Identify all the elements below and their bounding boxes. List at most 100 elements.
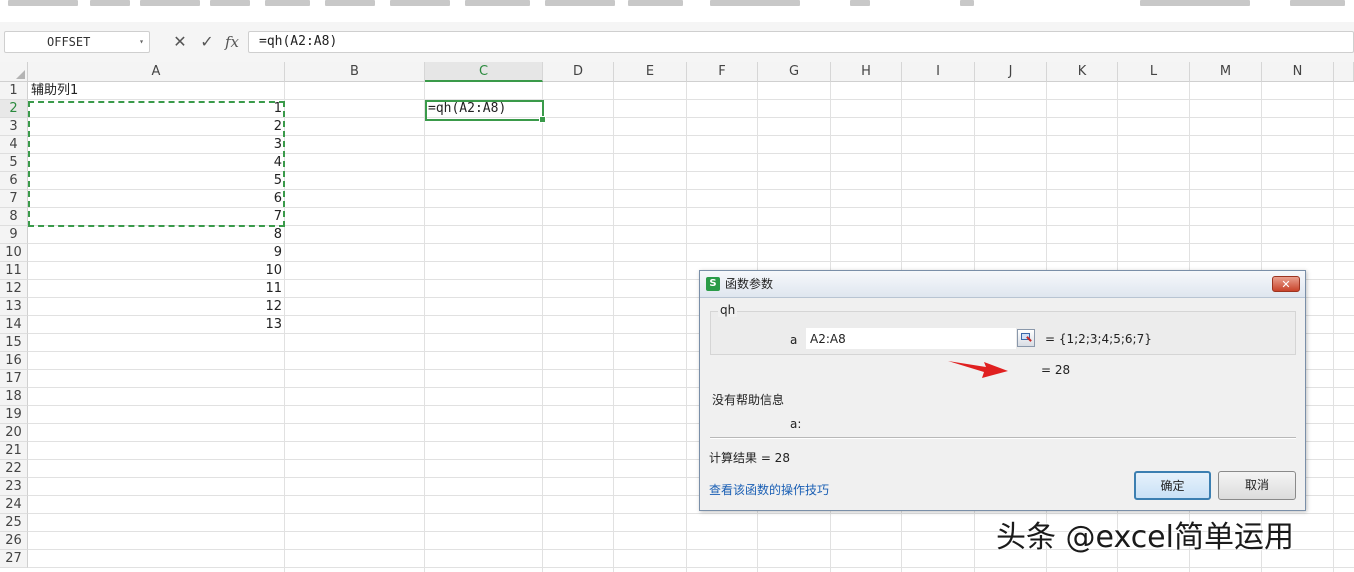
function-arguments-dialog: S 函数参数 ✕ qh a A2:A8 = {1;2;3;4;5;6;7} = … (699, 270, 1306, 511)
function-tips-link[interactable]: 查看该函数的操作技巧 (709, 481, 829, 498)
column-gridline (613, 82, 614, 572)
row-header-9[interactable]: 9 (0, 226, 28, 244)
ribbon-item[interactable] (1140, 0, 1250, 6)
argument-input[interactable]: A2:A8 (806, 328, 1016, 349)
row-header-26[interactable]: 26 (0, 532, 28, 550)
ribbon-item[interactable] (710, 0, 800, 6)
select-all-triangle-icon (16, 70, 25, 79)
row-header-20[interactable]: 20 (0, 424, 28, 442)
row-header-21[interactable]: 21 (0, 442, 28, 460)
row-header-23[interactable]: 23 (0, 478, 28, 496)
dialog-title: 函数参数 (725, 277, 774, 291)
ribbon-item[interactable] (90, 0, 130, 6)
column-header-h[interactable]: H (831, 62, 902, 82)
column-header-a[interactable]: A (28, 62, 285, 82)
fill-handle[interactable] (539, 116, 546, 123)
row-header-4[interactable]: 4 (0, 136, 28, 154)
ribbon-item[interactable] (850, 0, 870, 6)
ribbon-item[interactable] (390, 0, 450, 6)
column-header-f[interactable]: F (687, 62, 758, 82)
dialog-title-bar[interactable]: S 函数参数 ✕ (700, 271, 1305, 298)
argument-description-label: a: (790, 417, 802, 431)
row-header-8[interactable]: 8 (0, 208, 28, 226)
insert-function-icon[interactable]: fx (222, 31, 242, 53)
cell-a11[interactable]: 10 (28, 262, 285, 280)
calculation-result: 计算结果 = 28 (709, 451, 790, 465)
ribbon-item[interactable] (8, 0, 78, 6)
ribbon-item[interactable] (210, 0, 250, 6)
ribbon-item[interactable] (960, 0, 974, 6)
function-name: qh (718, 303, 738, 317)
cell-a12[interactable]: 11 (28, 280, 285, 298)
column-gridline (1333, 82, 1334, 572)
column-gridline (686, 82, 687, 572)
row-header-7[interactable]: 7 (0, 190, 28, 208)
row-header-6[interactable]: 6 (0, 172, 28, 190)
row-header-22[interactable]: 22 (0, 460, 28, 478)
close-icon[interactable]: ✕ (1272, 276, 1300, 292)
column-header-d[interactable]: D (543, 62, 614, 82)
cell-a10[interactable]: 9 (28, 244, 285, 262)
column-header-k[interactable]: K (1047, 62, 1118, 82)
ribbon-item[interactable] (465, 0, 530, 6)
row-header-25[interactable]: 25 (0, 514, 28, 532)
cancel-formula-icon[interactable]: ✕ (170, 31, 190, 53)
column-header-n[interactable]: N (1262, 62, 1334, 82)
column-header-c[interactable]: C (425, 62, 543, 82)
column-header-l[interactable]: L (1118, 62, 1190, 82)
ribbon-item[interactable] (1290, 0, 1345, 6)
cell-a9[interactable]: 8 (28, 226, 285, 244)
column-gridline (424, 82, 425, 572)
active-cell-border (425, 100, 546, 123)
ok-button[interactable]: 确定 (1134, 471, 1211, 500)
row-header-11[interactable]: 11 (0, 262, 28, 280)
cell-a1[interactable]: 辅助列1 (31, 82, 285, 100)
column-header-g[interactable]: G (758, 62, 831, 82)
ribbon-item[interactable] (325, 0, 375, 6)
red-arrow-icon (948, 361, 1008, 378)
cell-a13[interactable]: 12 (28, 298, 285, 316)
cell-a14[interactable]: 13 (28, 316, 285, 334)
row-header-18[interactable]: 18 (0, 388, 28, 406)
row-header-10[interactable]: 10 (0, 244, 28, 262)
column-header-j[interactable]: J (975, 62, 1047, 82)
row-header-27[interactable]: 27 (0, 550, 28, 568)
row-header-17[interactable]: 17 (0, 370, 28, 388)
name-box[interactable]: OFFSET ▾ (4, 31, 150, 53)
row-header-3[interactable]: 3 (0, 118, 28, 136)
row-header-13[interactable]: 13 (0, 298, 28, 316)
collapse-dialog-icon[interactable] (1017, 329, 1035, 347)
select-all-corner[interactable] (0, 62, 28, 82)
row-header-14[interactable]: 14 (0, 316, 28, 334)
row-header-1[interactable]: 1 (0, 82, 28, 100)
ribbon-item[interactable] (140, 0, 200, 6)
row-header-24[interactable]: 24 (0, 496, 28, 514)
name-box-value: OFFSET (47, 35, 91, 49)
cancel-button[interactable]: 取消 (1218, 471, 1296, 500)
confirm-formula-icon[interactable]: ✓ (197, 31, 217, 53)
argument-evaluated-value: = {1;2;3;4;5;6;7} (1045, 332, 1152, 346)
row-header-2[interactable]: 2 (0, 100, 28, 118)
chevron-down-icon[interactable]: ▾ (139, 32, 144, 52)
column-header-i[interactable]: I (902, 62, 975, 82)
column-header-b[interactable]: B (285, 62, 425, 82)
column-header-e[interactable]: E (614, 62, 687, 82)
column-header-overflow[interactable] (1334, 62, 1354, 82)
row-header-5[interactable]: 5 (0, 154, 28, 172)
row-gridline (28, 567, 1354, 568)
watermark: 头条 @excel简单运用 (996, 520, 1294, 555)
row-header-15[interactable]: 15 (0, 334, 28, 352)
help-text: 没有帮助信息 (712, 393, 785, 407)
column-gridline (542, 82, 543, 572)
ribbon-item[interactable] (628, 0, 683, 6)
ribbon-item[interactable] (545, 0, 615, 6)
row-header-12[interactable]: 12 (0, 280, 28, 298)
row-header-16[interactable]: 16 (0, 352, 28, 370)
formula-result-inline: = 28 (1041, 363, 1071, 377)
wps-logo-icon: S (706, 277, 720, 291)
column-header-m[interactable]: M (1190, 62, 1262, 82)
dialog-divider (710, 437, 1296, 439)
formula-input[interactable]: =qh(A2:A8) (248, 31, 1354, 53)
row-header-19[interactable]: 19 (0, 406, 28, 424)
ribbon-item[interactable] (265, 0, 310, 6)
